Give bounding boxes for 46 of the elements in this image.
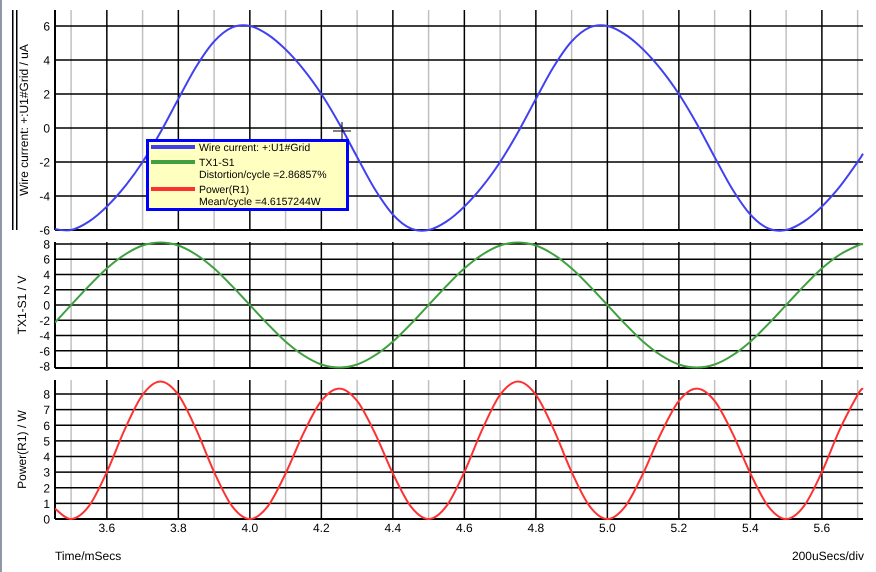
legend-text: TX1-S1	[199, 157, 236, 169]
legend-text: Distortion/cycle =2.86857%	[199, 169, 327, 181]
x-tick-label: 5.2	[670, 521, 688, 535]
y-tick-label: 8	[43, 237, 50, 252]
y-tick-label: -2	[39, 314, 50, 328]
y-tick-label: -4	[39, 190, 50, 204]
x-tick-label: 5.6	[814, 521, 830, 535]
x-tick-label: 3.6	[98, 521, 116, 535]
y-tick-label: 6	[43, 19, 50, 34]
y-tick-label: 0	[43, 122, 50, 136]
legend-text: Wire current: +:U1#Grid	[199, 142, 310, 154]
y-axis-title: Wire current: +:U1#Grid / uA	[17, 44, 31, 196]
y-tick-label: 0	[43, 298, 50, 312]
y-tick-label: 5	[43, 434, 50, 448]
y-tick-label: -8	[39, 360, 50, 372]
y-tick-label: 4	[43, 53, 50, 68]
y-tick-label: 6	[43, 252, 50, 267]
scale-note: 200uSecs/div	[792, 548, 864, 565]
y-axis-title: Power(R1) / W	[15, 410, 29, 489]
x-tick-label: 4.0	[242, 521, 258, 535]
y-tick-label: 2	[43, 283, 50, 298]
x-tick-label: 4.6	[456, 521, 473, 535]
y-tick-label: 6	[43, 418, 50, 433]
x-tick-label: 4.8	[528, 521, 544, 535]
y-tick-label: -6	[39, 224, 50, 236]
x-tick-label: 5.4	[742, 521, 759, 535]
y-tick-label: 4	[43, 450, 50, 464]
y-tick-label: 8	[43, 388, 50, 402]
y-tick-label: 3	[43, 466, 50, 480]
legend-text: Power(R1)	[199, 184, 250, 196]
y-tick-label: -6	[39, 344, 50, 358]
x-tick-label: 5.0	[599, 521, 616, 535]
x-tick-label: 4.2	[313, 521, 330, 535]
y-tick-label: -4	[39, 329, 50, 343]
y-tick-label: 2	[43, 88, 50, 102]
y-axis-title: TX1-S1 / V	[15, 276, 29, 334]
y-tick-label: 0	[43, 512, 50, 526]
x-tick-label: 3.8	[170, 521, 187, 535]
y-tick-label: 2	[43, 481, 50, 496]
legend-text: Mean/cycle =4.6157244W	[199, 196, 321, 208]
y-tick-label: 4	[43, 268, 50, 282]
y-tick-label: 7	[43, 403, 50, 418]
y-tick-label: -2	[39, 156, 50, 170]
x-tick-label: 4.4	[384, 521, 402, 535]
y-tick-label: 1	[43, 496, 50, 511]
x-axis-title: Time/mSecs	[55, 548, 122, 565]
